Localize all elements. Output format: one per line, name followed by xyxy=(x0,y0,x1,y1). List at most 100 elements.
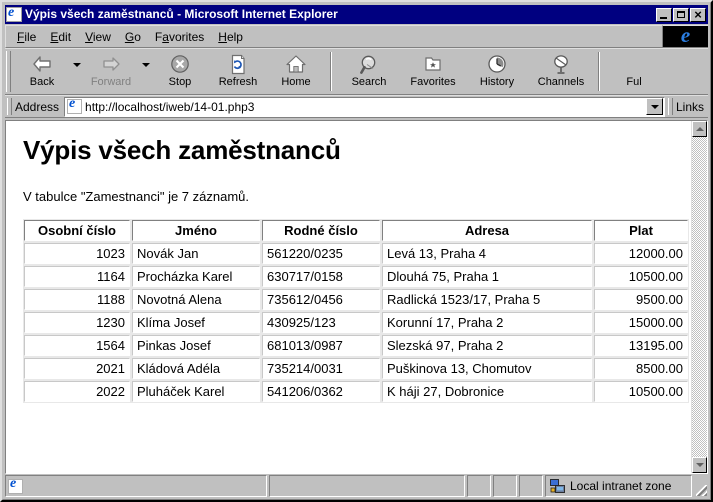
history-clock-icon xyxy=(485,53,509,75)
cell-osobni-cislo: 1023 xyxy=(23,242,131,265)
employees-table: Osobní číslo Jméno Rodné číslo Adresa Pl… xyxy=(22,218,690,404)
cell-adresa: Slezská 97, Praha 2 xyxy=(381,334,593,357)
table-row: 1164 Procházka Karel 630717/0158 Dlouhá 75,… xyxy=(23,265,689,288)
table-row: 1188 Novotná Alena 735612/0456 Radlická 152… xyxy=(23,288,689,311)
table-row: 1023 Novák Jan 561220/0235 Levá 13, Praha 4… xyxy=(23,242,689,265)
menu-item-favorites[interactable]: Favorites xyxy=(148,28,211,46)
cell-rodne-cislo: 541206/0362 xyxy=(261,380,381,403)
column-header-jmeno: Jméno xyxy=(131,219,261,242)
title-bar[interactable]: Výpis všech zaměstnanců - Microsoft Inte… xyxy=(5,5,708,24)
scroll-up-arrow-icon[interactable] xyxy=(692,121,707,137)
cell-plat: 9500.00 xyxy=(593,288,689,311)
favorites-label: Favorites xyxy=(410,76,456,88)
content-area: Výpis všech zaměstnanců V tabulce "Zames… xyxy=(5,120,708,474)
forward-label: Forward xyxy=(90,76,132,88)
history-label: History xyxy=(479,76,515,88)
scroll-down-arrow-icon[interactable] xyxy=(692,457,707,473)
fullscreen-button[interactable]: Ful xyxy=(605,49,663,94)
cell-plat: 8500.00 xyxy=(593,357,689,380)
address-input[interactable]: http://localhost/iweb/14-01.php3 xyxy=(64,96,665,117)
back-button[interactable]: Back xyxy=(13,49,71,94)
scrollbar-track[interactable] xyxy=(692,137,707,457)
column-header-plat: Plat xyxy=(593,219,689,242)
close-button[interactable] xyxy=(690,7,706,22)
stop-icon xyxy=(168,53,192,75)
menu-item-help[interactable]: Help xyxy=(211,28,250,46)
forward-button[interactable]: Forward xyxy=(82,49,140,94)
vertical-scrollbar[interactable] xyxy=(691,121,707,473)
back-dropdown-icon[interactable] xyxy=(71,49,82,94)
channels-button[interactable]: Channels xyxy=(529,49,593,94)
stop-button[interactable]: Stop xyxy=(151,49,209,94)
cell-osobni-cislo: 1230 xyxy=(23,311,131,334)
table-row: 2021 Kládová Adéla 735214/0031 Puškinova 13… xyxy=(23,357,689,380)
refresh-button[interactable]: Refresh xyxy=(209,49,267,94)
minimize-button[interactable] xyxy=(656,7,672,22)
status-progress-panel xyxy=(269,475,465,497)
status-slot-3 xyxy=(519,475,543,497)
forward-dropdown-icon[interactable] xyxy=(140,49,151,94)
cell-osobni-cislo: 1564 xyxy=(23,334,131,357)
table-row: 1230 Klíma Josef 430925/123 Korunní 17, Pra… xyxy=(23,311,689,334)
history-button[interactable]: History xyxy=(465,49,529,94)
cell-jmeno: Procházka Karel xyxy=(131,265,261,288)
status-message-panel xyxy=(5,475,267,497)
browser-toolbar: Back Forward Stop Refresh Home Search Fa… xyxy=(5,48,708,95)
security-zone-panel[interactable]: Local intranet zone xyxy=(545,475,692,497)
cell-adresa: K háji 27, Dobronice xyxy=(381,380,593,403)
cell-osobni-cislo: 2022 xyxy=(23,380,131,403)
cell-rodne-cislo: 735214/0031 xyxy=(261,357,381,380)
menu-item-edit[interactable]: Edit xyxy=(43,28,78,46)
cell-jmeno: Kládová Adéla xyxy=(131,357,261,380)
links-label[interactable]: Links xyxy=(676,100,704,114)
cell-adresa: Radlická 1523/17, Praha 5 xyxy=(381,288,593,311)
chevron-down-icon[interactable] xyxy=(645,98,663,115)
table-row: 2022 Pluháček Karel 541206/0362 K háji 27, … xyxy=(23,380,689,403)
refresh-label: Refresh xyxy=(218,76,258,88)
search-label: Search xyxy=(351,76,387,88)
ie-document-icon xyxy=(8,476,23,494)
cell-osobni-cislo: 2021 xyxy=(23,357,131,380)
search-button[interactable]: Search xyxy=(337,49,401,94)
cell-plat: 13195.00 xyxy=(593,334,689,357)
address-bar-grip[interactable] xyxy=(7,98,12,115)
cell-rodne-cislo: 561220/0235 xyxy=(261,242,381,265)
back-label: Back xyxy=(29,76,55,88)
cell-plat: 12000.00 xyxy=(593,242,689,265)
browser-window: Výpis všech zaměstnanců - Microsoft Inte… xyxy=(0,0,713,502)
cell-adresa: Dlouhá 75, Praha 1 xyxy=(381,265,593,288)
security-zone-text: Local intranet zone xyxy=(570,479,672,493)
forward-arrow-icon xyxy=(99,53,123,75)
record-count-text: V tabulce "Zamestnanci" je 7 záznamů. xyxy=(23,189,250,204)
maximize-button[interactable] xyxy=(673,7,689,22)
favorites-folder-icon xyxy=(421,53,445,75)
stop-label: Stop xyxy=(168,76,192,88)
menu-bar: File Edit View Go Favorites Help xyxy=(5,25,662,48)
page-title: Výpis všech zaměstnanců xyxy=(23,135,341,165)
cell-rodne-cislo: 681013/0987 xyxy=(261,334,381,357)
window-title: Výpis všech zaměstnanců - Microsoft Inte… xyxy=(25,7,338,21)
menu-bar-row: File Edit View Go Favorites Help xyxy=(5,25,708,48)
links-grip[interactable] xyxy=(667,98,673,115)
menu-item-view[interactable]: View xyxy=(78,28,118,46)
cell-plat: 10500.00 xyxy=(593,265,689,288)
fullscreen-label: Ful xyxy=(626,76,642,88)
home-button[interactable]: Home xyxy=(267,49,325,94)
column-header-rodne-cislo: Rodné číslo xyxy=(261,219,381,242)
menu-item-file[interactable]: File xyxy=(10,28,43,46)
home-label: Home xyxy=(281,76,311,88)
ie-animated-logo[interactable] xyxy=(662,25,708,48)
cell-adresa: Levá 13, Praha 4 xyxy=(381,242,593,265)
window-inner: Výpis všech zaměstnanců - Microsoft Inte… xyxy=(2,2,711,500)
search-icon xyxy=(357,53,381,75)
favorites-button[interactable]: Favorites xyxy=(401,49,465,94)
resize-grip[interactable] xyxy=(694,483,708,497)
cell-jmeno: Klíma Josef xyxy=(131,311,261,334)
menu-item-go[interactable]: Go xyxy=(118,28,148,46)
cell-jmeno: Pluháček Karel xyxy=(131,380,261,403)
ie-document-icon xyxy=(6,5,22,22)
toolbar-grip[interactable] xyxy=(6,51,11,92)
cell-osobni-cislo: 1164 xyxy=(23,265,131,288)
cell-adresa: Korunní 17, Praha 2 xyxy=(381,311,593,334)
table-row: 1564 Pinkas Josef 681013/0987 Slezská 97, P… xyxy=(23,334,689,357)
